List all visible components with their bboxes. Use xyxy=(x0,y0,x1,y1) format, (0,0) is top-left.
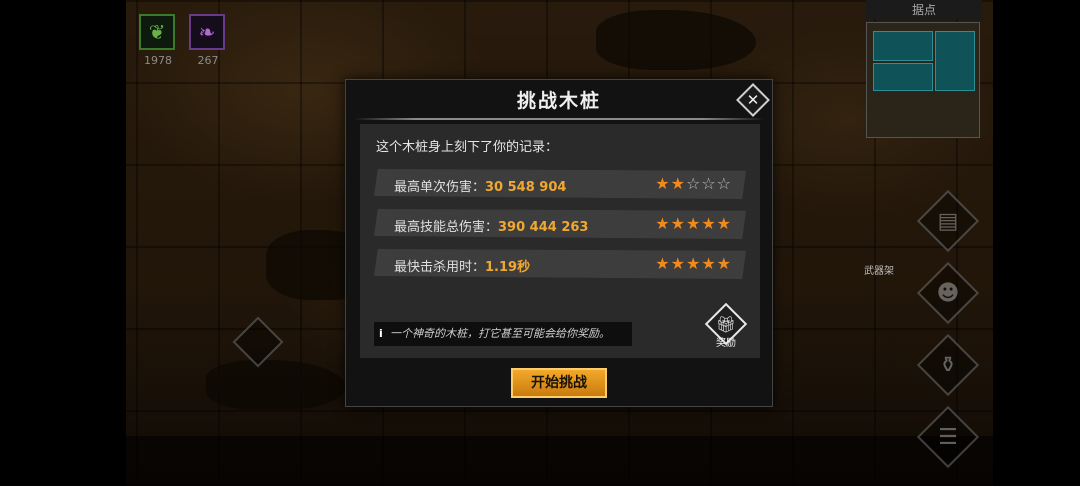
star-filled-icon: ★ xyxy=(655,254,671,273)
record-intro: 这个木桩身上刻下了你的记录： xyxy=(376,140,559,155)
record-row: 最高单次伤害：30 548 904 ★★☆☆☆ xyxy=(374,169,746,199)
star-filled-icon: ★ xyxy=(655,214,671,233)
star-empty-icon: ☆ xyxy=(701,174,717,193)
dialog-title: 挑战木桩 xyxy=(516,90,601,112)
info-icon: i xyxy=(379,327,383,340)
bottom-shadow xyxy=(126,436,993,486)
close-icon[interactable]: ✕ xyxy=(743,89,763,111)
star-rating: ★★☆☆☆ xyxy=(655,174,732,193)
star-filled-icon: ★ xyxy=(701,254,717,273)
record-value: 1.19秒 xyxy=(485,260,531,275)
potion-icon: ⚱ xyxy=(938,352,958,378)
tip-box: i 一个神奇的木桩，打它甚至可能会给你奖励。 xyxy=(374,322,632,346)
record-value: 30 548 904 xyxy=(485,180,567,195)
document-icon: ▤ xyxy=(937,208,959,234)
star-filled-icon: ★ xyxy=(670,254,686,273)
star-filled-icon: ★ xyxy=(670,174,686,193)
start-challenge-button[interactable]: 开始挑战 xyxy=(511,368,607,398)
star-filled-icon: ★ xyxy=(655,174,671,193)
star-rating: ★★★★★ xyxy=(655,254,732,273)
minimap-title: 据点 xyxy=(866,0,982,20)
record-label: 最高技能总伤害：390 444 263 xyxy=(394,220,589,235)
people-icon: ☻ xyxy=(936,280,960,306)
record-label: 最快击杀用时：1.19秒 xyxy=(394,260,531,275)
star-empty-icon: ☆ xyxy=(685,174,702,193)
star-empty-icon: ☆ xyxy=(716,174,732,193)
tip-text: 一个神奇的木桩，打它甚至可能会给你奖励。 xyxy=(390,327,610,340)
star-filled-icon: ★ xyxy=(670,214,686,233)
record-label: 最高单次伤害：30 548 904 xyxy=(394,180,567,195)
record-value: 390 444 263 xyxy=(498,220,589,235)
star-filled-icon: ★ xyxy=(685,254,702,273)
title-divider xyxy=(354,118,764,120)
leaf-skill-count: 1978 xyxy=(144,54,172,67)
star-rating: ★★★★★ xyxy=(655,214,732,233)
feather-skill-count: 267 xyxy=(197,54,219,67)
weapon-rack-label: 武器架 xyxy=(864,266,894,277)
reward-label: 奖励 xyxy=(716,338,736,349)
star-filled-icon: ★ xyxy=(716,254,732,273)
minimap[interactable] xyxy=(866,22,980,138)
star-filled-icon: ★ xyxy=(685,214,702,233)
minimap-room xyxy=(873,63,933,91)
feather-skill-icon[interactable]: ❧ xyxy=(189,14,225,50)
record-row: 最高技能总伤害：390 444 263 ★★★★★ xyxy=(374,209,746,239)
star-filled-icon: ★ xyxy=(701,214,717,233)
star-filled-icon: ★ xyxy=(716,214,732,233)
minimap-room xyxy=(935,31,975,91)
minimap-room xyxy=(873,31,933,61)
leaf-skill-icon[interactable]: ❦ xyxy=(139,14,175,50)
record-row: 最快击杀用时：1.19秒 ★★★★★ xyxy=(374,249,746,279)
list-icon: ☰ xyxy=(938,424,958,450)
challenge-dialog: 挑战木桩 ✕ 这个木桩身上刻下了你的记录： 最高单次伤害：30 548 904 … xyxy=(345,79,773,407)
